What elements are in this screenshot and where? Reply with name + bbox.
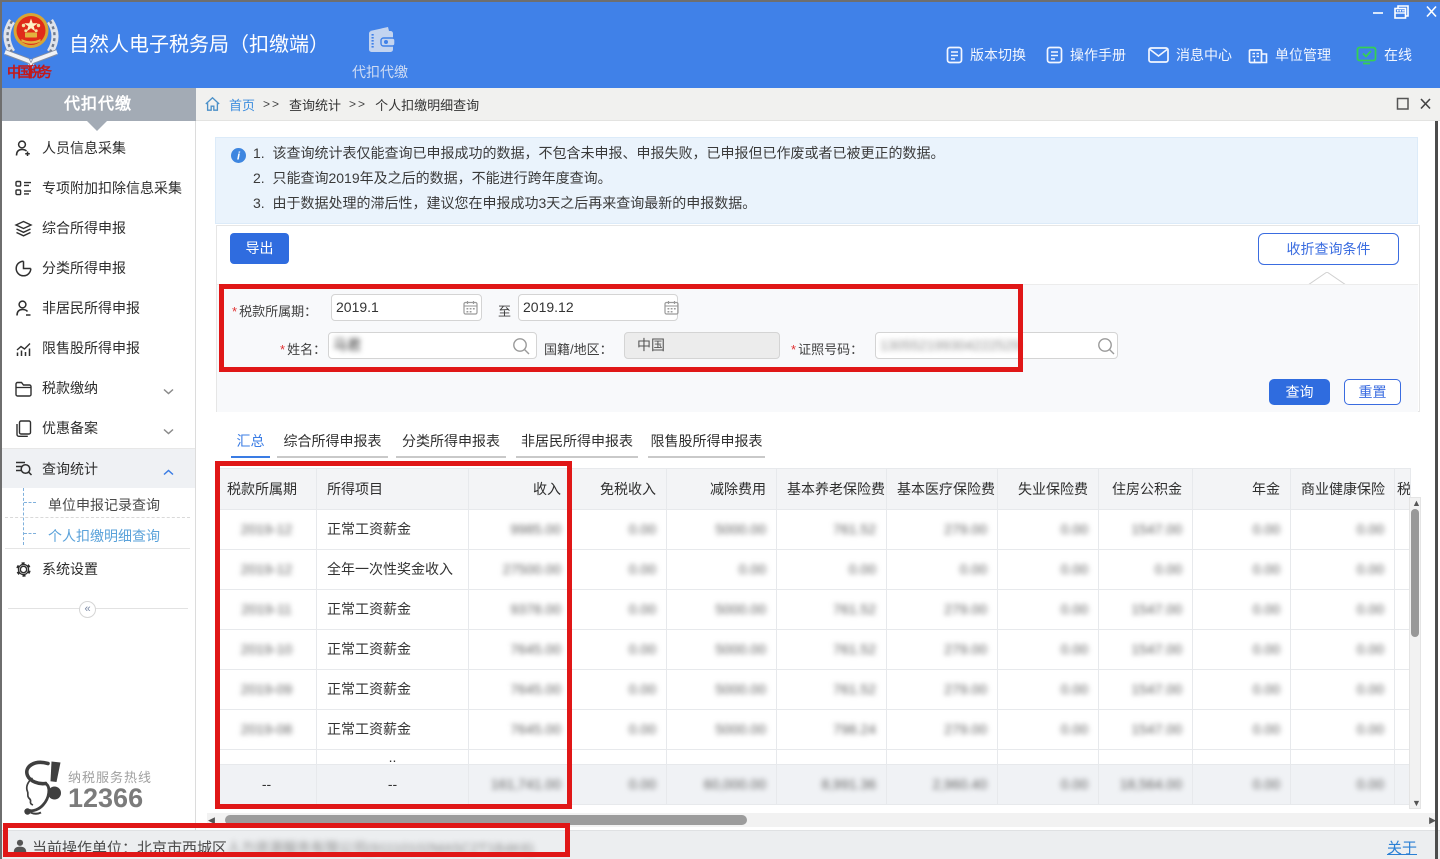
svg-text:中国税务: 中国税务 <box>7 64 53 81</box>
